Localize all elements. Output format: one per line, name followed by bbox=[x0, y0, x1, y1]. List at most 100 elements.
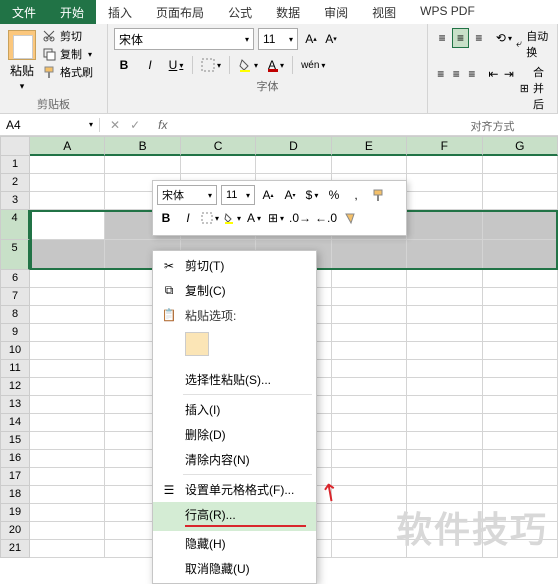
mini-format-painter[interactable] bbox=[369, 185, 387, 205]
row-header[interactable]: 20 bbox=[0, 522, 30, 540]
tab-review[interactable]: 审阅 bbox=[312, 0, 360, 24]
menu-paste-special[interactable]: 选择性粘贴(S)... bbox=[153, 367, 316, 392]
row-header[interactable]: 17 bbox=[0, 468, 30, 486]
col-header-c[interactable]: C bbox=[181, 136, 256, 156]
row-header[interactable]: 1 bbox=[0, 156, 30, 174]
row-header[interactable]: 19 bbox=[0, 504, 30, 522]
row-header[interactable]: 2 bbox=[0, 174, 30, 192]
menu-format-cells[interactable]: ☰ 设置单元格格式(F)... bbox=[153, 477, 316, 502]
chevron-down-icon[interactable]: ▾ bbox=[20, 81, 25, 92]
mini-percent-format[interactable]: % bbox=[325, 185, 343, 205]
col-header-g[interactable]: G bbox=[483, 136, 558, 156]
tab-home[interactable]: 开始 bbox=[48, 0, 96, 24]
mini-accounting-format[interactable]: $▾ bbox=[303, 185, 321, 205]
align-middle-button[interactable]: ≡ bbox=[452, 28, 469, 48]
font-name-select[interactable]: 宋体▾ bbox=[114, 28, 254, 50]
row-header[interactable]: 18 bbox=[0, 486, 30, 504]
menu-hide[interactable]: 隐藏(H) bbox=[153, 531, 316, 556]
format-painter-button[interactable]: 格式刷 bbox=[42, 64, 93, 80]
menu-copy[interactable]: ⧉ 复制(C) bbox=[153, 278, 316, 303]
align-right-button[interactable]: ≡ bbox=[465, 64, 479, 84]
row-header[interactable]: 12 bbox=[0, 378, 30, 396]
menu-row-height[interactable]: 行高(R)... bbox=[153, 502, 316, 531]
fill-color-button[interactable]: ▾ bbox=[236, 54, 260, 76]
col-header-e[interactable]: E bbox=[332, 136, 407, 156]
tab-file[interactable]: 文件 bbox=[0, 0, 48, 24]
tab-insert[interactable]: 插入 bbox=[96, 0, 144, 24]
align-center-button[interactable]: ≡ bbox=[450, 64, 464, 84]
row-header[interactable]: 21 bbox=[0, 540, 30, 558]
mini-bold[interactable]: B bbox=[157, 208, 175, 228]
mini-italic[interactable]: I bbox=[179, 208, 197, 228]
font-color-button[interactable]: A▾ bbox=[266, 54, 286, 76]
row-header[interactable]: 8 bbox=[0, 306, 30, 324]
merge-cells-button[interactable]: ⊞ 合并后 bbox=[520, 64, 551, 112]
cut-button[interactable]: 剪切 bbox=[42, 28, 93, 44]
mini-size-select[interactable]: 11▾ bbox=[221, 185, 255, 205]
row-header[interactable]: 5 bbox=[0, 240, 30, 270]
menu-unhide[interactable]: 取消隐藏(U) bbox=[153, 556, 316, 581]
font-size-select[interactable]: 11▾ bbox=[258, 28, 298, 50]
align-bottom-button[interactable]: ≡ bbox=[471, 28, 487, 48]
paste-button[interactable]: 粘贴 ▾ bbox=[6, 28, 38, 94]
mini-decrease-font[interactable]: A▾ bbox=[281, 185, 299, 205]
row-header[interactable]: 10 bbox=[0, 342, 30, 360]
mini-cond-format[interactable] bbox=[341, 208, 359, 228]
mini-fill-color[interactable]: ▾ bbox=[223, 208, 241, 228]
cancel-formula-button[interactable]: ✕ bbox=[110, 118, 120, 132]
mini-font-select[interactable]: 宋体▾ bbox=[157, 185, 217, 205]
tab-data[interactable]: 数据 bbox=[264, 0, 312, 24]
col-header-a[interactable]: A bbox=[30, 136, 105, 156]
increase-font-button[interactable]: A▴ bbox=[302, 28, 320, 50]
row-header[interactable]: 15 bbox=[0, 432, 30, 450]
border-button[interactable]: ▾ bbox=[199, 54, 223, 76]
menu-clear[interactable]: 清除内容(N) bbox=[153, 447, 316, 472]
align-top-button[interactable]: ≡ bbox=[434, 28, 450, 48]
col-header-b[interactable]: B bbox=[105, 136, 180, 156]
bold-button[interactable]: B bbox=[114, 54, 134, 76]
row-header[interactable]: 13 bbox=[0, 396, 30, 414]
cell[interactable] bbox=[30, 156, 105, 174]
menu-delete[interactable]: 删除(D) bbox=[153, 422, 316, 447]
copy-button[interactable]: 复制▾ bbox=[42, 46, 93, 62]
tab-page-layout[interactable]: 页面布局 bbox=[144, 0, 216, 24]
name-box[interactable]: A4▾ bbox=[0, 118, 100, 132]
mini-font-color[interactable]: A▾ bbox=[245, 208, 263, 228]
wrap-text-button[interactable]: ⤶ 自动换 bbox=[516, 28, 551, 60]
fx-button[interactable]: fx bbox=[150, 118, 175, 132]
mini-merge[interactable]: ⊞▾ bbox=[267, 208, 285, 228]
menu-insert[interactable]: 插入(I) bbox=[153, 397, 316, 422]
paste-option-button[interactable] bbox=[185, 332, 209, 356]
tab-wps-pdf[interactable]: WPS PDF bbox=[408, 0, 487, 24]
italic-button[interactable]: I bbox=[140, 54, 160, 76]
mini-comma-format[interactable]: , bbox=[347, 185, 365, 205]
col-header-d[interactable]: D bbox=[256, 136, 331, 156]
col-header-f[interactable]: F bbox=[407, 136, 482, 156]
phonetic-button[interactable]: wén▾ bbox=[299, 54, 327, 76]
tab-formula[interactable]: 公式 bbox=[216, 0, 264, 24]
indent-decrease-button[interactable]: ⇤ bbox=[487, 64, 501, 84]
row-header[interactable]: 11 bbox=[0, 360, 30, 378]
tab-view[interactable]: 视图 bbox=[360, 0, 408, 24]
row-header[interactable]: 4 bbox=[0, 210, 30, 240]
mini-increase-font[interactable]: A▴ bbox=[259, 185, 277, 205]
orientation-button[interactable]: ⟲▾ bbox=[496, 28, 512, 48]
menu-cut[interactable]: ✂ 剪切(T) bbox=[153, 253, 316, 278]
align-left-button[interactable]: ≡ bbox=[434, 64, 448, 84]
indent-increase-button[interactable]: ⇥ bbox=[502, 64, 516, 84]
cell-a4[interactable] bbox=[30, 210, 105, 240]
row-header[interactable]: 6 bbox=[0, 270, 30, 288]
row-header[interactable]: 3 bbox=[0, 192, 30, 210]
border-icon bbox=[201, 58, 215, 72]
mini-decimal-dec[interactable]: ←.0 bbox=[315, 208, 337, 228]
mini-border[interactable]: ▾ bbox=[201, 208, 219, 228]
row-header[interactable]: 9 bbox=[0, 324, 30, 342]
mini-decimal-inc[interactable]: .0→ bbox=[289, 208, 311, 228]
select-all-corner[interactable] bbox=[0, 136, 30, 156]
row-header[interactable]: 14 bbox=[0, 414, 30, 432]
enter-formula-button[interactable]: ✓ bbox=[130, 118, 140, 132]
row-header[interactable]: 7 bbox=[0, 288, 30, 306]
row-header[interactable]: 16 bbox=[0, 450, 30, 468]
underline-button[interactable]: U▾ bbox=[166, 54, 186, 76]
decrease-font-button[interactable]: A▾ bbox=[322, 28, 340, 50]
